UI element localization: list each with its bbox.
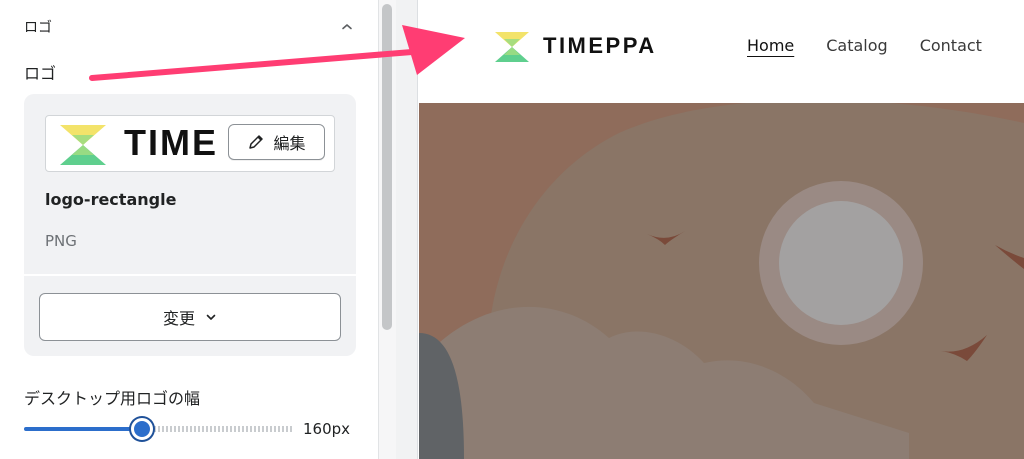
slider-value: 160px [303, 420, 351, 438]
change-label: 変更 [162, 309, 195, 328]
nav-contact[interactable]: Contact [920, 36, 982, 55]
logo-width-label: デスクトップ用ロゴの幅 [24, 389, 201, 408]
nav-home[interactable]: Home [747, 36, 794, 55]
edit-label: 編集 [273, 134, 306, 153]
nav-catalog[interactable]: Catalog [826, 36, 887, 55]
logo-section-header[interactable]: ロゴ [24, 14, 358, 40]
storefront-preview: TIMEPPA Home Catalog Contact [419, 0, 1024, 459]
change-button[interactable]: 変更 [39, 293, 341, 341]
hero-image [419, 103, 1024, 459]
site-header: TIMEPPA Home Catalog Contact [419, 0, 1024, 103]
chevron-down-icon [206, 314, 216, 320]
settings-panel: ロゴ ロゴ TIME 編集 logo-rectangle PNG 変更 デスクト… [0, 0, 378, 459]
logo-field-label: ロゴ [24, 64, 57, 83]
section-title: ロゴ [24, 20, 52, 36]
pencil-icon [249, 135, 264, 149]
logo-preview: TIME 編集 [45, 115, 335, 172]
logo-width-slider[interactable] [24, 418, 292, 440]
logo-card: TIME 編集 logo-rectangle PNG 変更 [24, 94, 356, 356]
scrollbar-thumb[interactable] [382, 4, 392, 330]
slider-track-rest[interactable] [153, 426, 292, 432]
card-divider [24, 274, 356, 276]
site-brand[interactable]: TIMEPPA [543, 33, 657, 59]
chevron-up-icon[interactable] [336, 16, 358, 38]
hourglass-logo-icon[interactable] [494, 31, 530, 63]
logo-preview-text: TIME [124, 122, 218, 163]
file-type: PNG [45, 232, 77, 250]
hourglass-logo-icon [60, 125, 106, 165]
file-name: logo-rectangle [45, 190, 177, 209]
site-nav: Home Catalog Contact [747, 36, 982, 55]
edit-button[interactable]: 編集 [228, 124, 325, 160]
slider-thumb[interactable] [130, 418, 153, 440]
preview-gutter [396, 0, 418, 459]
slider-track-fill [24, 427, 142, 431]
